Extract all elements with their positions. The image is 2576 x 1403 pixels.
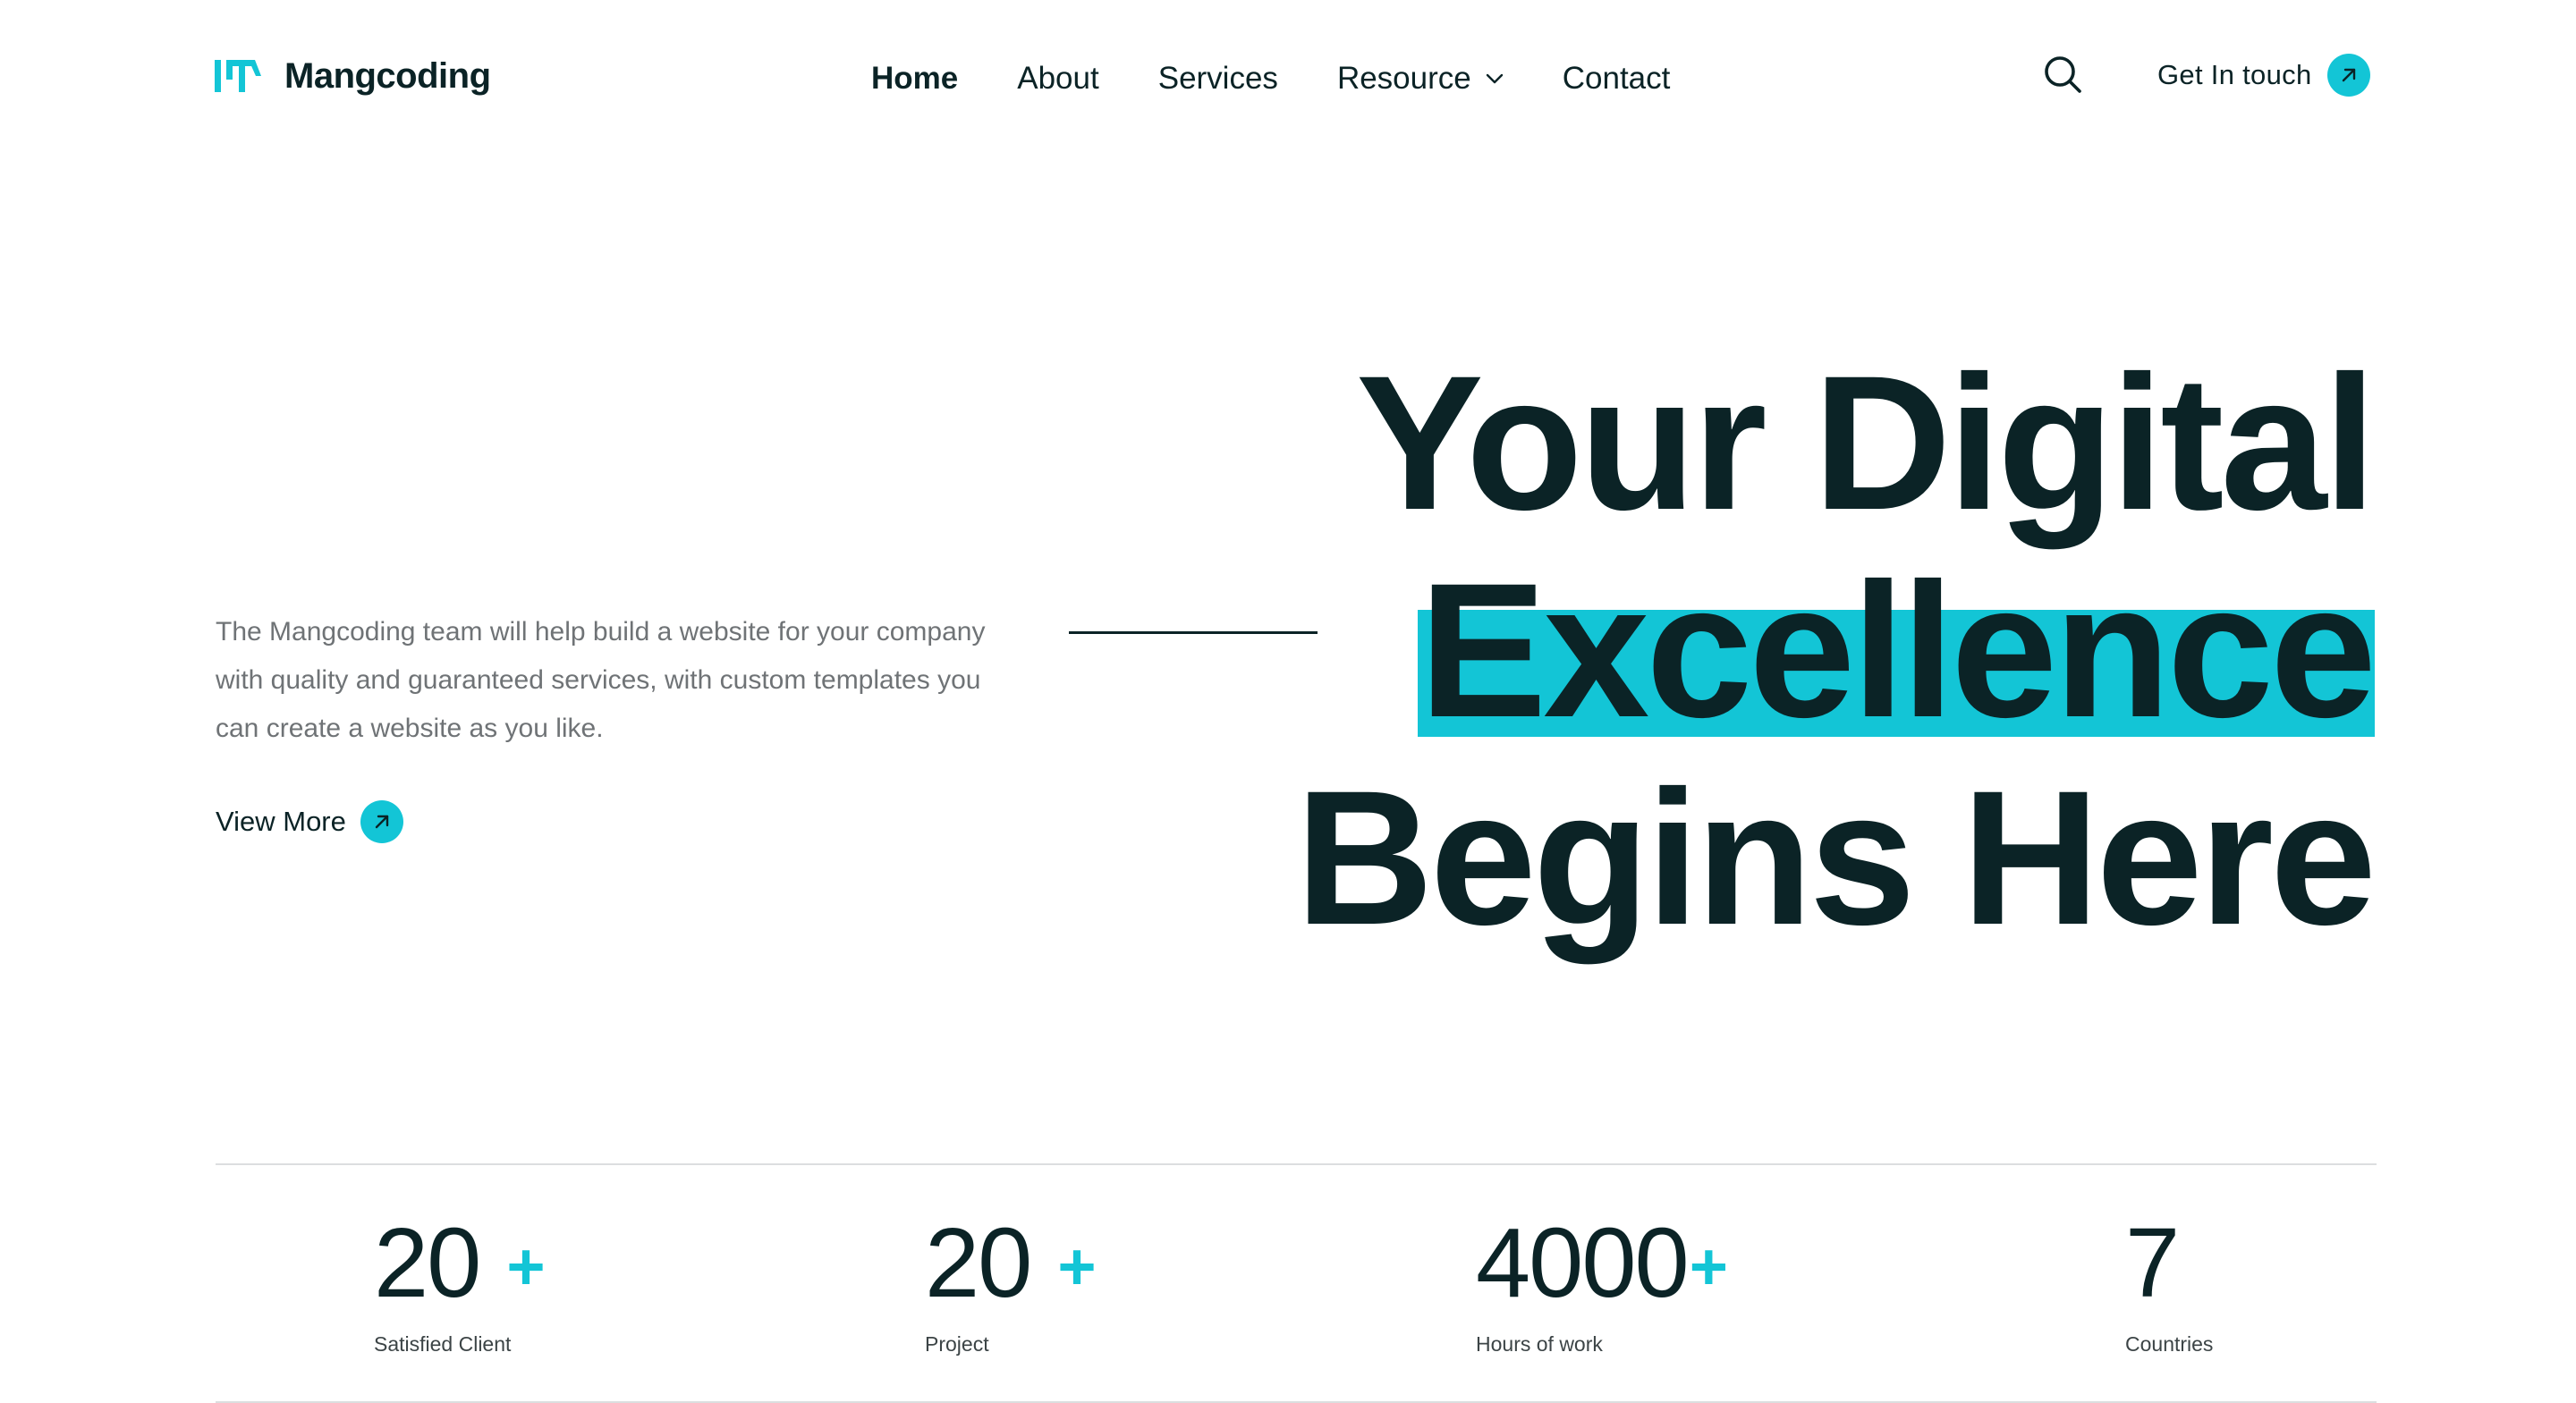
nav-item-label: Resource bbox=[1336, 61, 1471, 96]
stat-countries: 7 Countries bbox=[2125, 1214, 2213, 1357]
nav-item-label: Home bbox=[871, 61, 959, 96]
hero-divider bbox=[1069, 631, 1318, 634]
headline-line-1: Your Digital bbox=[1356, 336, 2377, 550]
stat-value: 20 + bbox=[925, 1214, 1097, 1313]
stat-value: 7 bbox=[2125, 1214, 2213, 1313]
headline-highlight-text: Excellence bbox=[1419, 544, 2377, 757]
nav-item-services[interactable]: Services bbox=[1158, 61, 1278, 97]
stat-project: 20 + Project bbox=[925, 1214, 1097, 1357]
stat-number: 7 bbox=[2125, 1208, 2180, 1318]
main-nav: Home About Services Resource Contact bbox=[871, 57, 1670, 100]
arrow-up-right-icon bbox=[2327, 54, 2371, 97]
stat-plus: + bbox=[506, 1230, 546, 1304]
stat-label: Hours of work bbox=[1476, 1332, 1603, 1356]
hero-headline: Your Digital Excellence Begins Here bbox=[1295, 336, 2377, 965]
view-more-label: View More bbox=[216, 806, 346, 837]
stat-value: 20 + bbox=[374, 1214, 546, 1313]
headline-highlight: Excellence bbox=[1417, 544, 2377, 757]
stat-label: Countries bbox=[2125, 1332, 2214, 1356]
headline-line-3: Begins Here bbox=[1295, 751, 2377, 965]
stat-plus: + bbox=[1057, 1230, 1097, 1304]
nav-item-home[interactable]: Home bbox=[871, 61, 958, 97]
stat-label: Project bbox=[925, 1332, 989, 1356]
search-icon[interactable] bbox=[2042, 54, 2083, 95]
headline-line-2: Excellence bbox=[1295, 544, 2377, 757]
nav-item-label: About bbox=[1017, 61, 1099, 96]
get-in-touch-label: Get In touch bbox=[2157, 59, 2312, 90]
stat-plus: + bbox=[1689, 1230, 1728, 1304]
stat-number: 20 bbox=[374, 1208, 481, 1318]
stat-number: 4000 bbox=[1476, 1208, 1690, 1318]
nav-item-about[interactable]: About bbox=[1017, 61, 1098, 97]
hero-description: The Mangcoding team will help build a we… bbox=[216, 617, 986, 743]
nav-item-label: Contact bbox=[1562, 61, 1671, 96]
stat-satisfied-client: 20 + Satisfied Client bbox=[374, 1214, 546, 1357]
chevron-down-icon bbox=[1486, 73, 1503, 84]
stat-label: Satisfied Client bbox=[374, 1332, 512, 1356]
get-in-touch-button[interactable]: Get In touch bbox=[2157, 52, 2371, 98]
stat-number: 20 bbox=[925, 1208, 1032, 1318]
nav-item-resource[interactable]: Resource bbox=[1337, 61, 1504, 97]
brand-name: Mangcoding bbox=[284, 55, 491, 96]
nav-item-contact[interactable]: Contact bbox=[1563, 61, 1671, 97]
stat-value: 4000 + bbox=[1476, 1214, 1728, 1313]
stat-hours-of-work: 4000 + Hours of work bbox=[1476, 1214, 1728, 1357]
logo[interactable]: Mangcoding bbox=[215, 54, 491, 98]
view-more-link[interactable]: View More bbox=[216, 799, 403, 844]
nav-item-label: Services bbox=[1157, 61, 1278, 96]
logo-mark-icon bbox=[215, 60, 261, 92]
stats-top-divider bbox=[216, 1163, 2377, 1165]
arrow-up-right-icon bbox=[360, 800, 403, 843]
